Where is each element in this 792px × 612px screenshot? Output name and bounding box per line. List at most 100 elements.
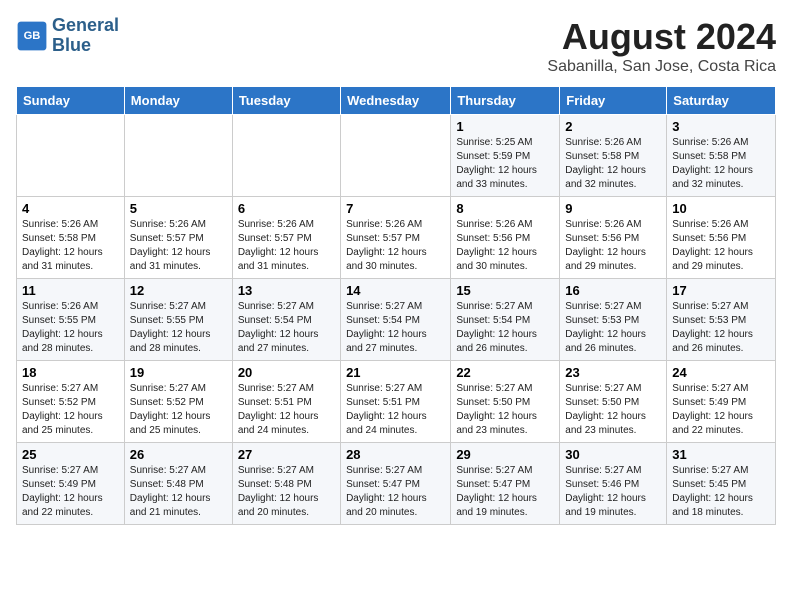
day-info: Sunrise: 5:26 AM Sunset: 5:58 PM Dayligh… (672, 136, 770, 192)
day-number: 31 (672, 447, 770, 462)
calendar-cell (17, 115, 125, 197)
day-number: 10 (672, 201, 770, 216)
calendar-cell: 2Sunrise: 5:26 AM Sunset: 5:58 PM Daylig… (560, 115, 667, 197)
page-header: GB General Blue August 2024 Sabanilla, S… (16, 16, 776, 76)
day-number: 29 (456, 447, 554, 462)
day-info: Sunrise: 5:27 AM Sunset: 5:47 PM Dayligh… (346, 464, 445, 520)
col-header-wednesday: Wednesday (341, 87, 451, 115)
calendar-week-row: 4 Sunrise: 5:26 AM Sunset: 5:58 PM Daylig… (17, 197, 776, 279)
day-number: 6 (238, 201, 335, 216)
logo-icon: GB (16, 20, 48, 52)
day-info: Sunrise: 5:27 AM Sunset: 5:54 PM Dayligh… (456, 300, 554, 356)
calendar-cell: 10 Sunrise: 5:26 AM Sunset: 5:56 PM Dayli… (667, 197, 776, 279)
title-block: August 2024 Sabanilla, San Jose, Costa R… (547, 16, 776, 76)
calendar-cell: 31 Sunrise: 5:27 AM Sunset: 5:45 PM Dayli… (667, 443, 776, 525)
col-header-monday: Monday (124, 87, 232, 115)
day-number: 7 (346, 201, 445, 216)
day-info: Sunrise: 5:27 AM Sunset: 5:45 PM Dayligh… (672, 464, 770, 520)
day-info: Sunrise: 5:27 AM Sunset: 5:52 PM Dayligh… (130, 382, 227, 438)
day-number: 1 (456, 119, 554, 134)
day-number: 3 (672, 119, 770, 134)
day-number: 30 (565, 447, 661, 462)
day-info: Sunrise: 5:27 AM Sunset: 5:46 PM Dayligh… (565, 464, 661, 520)
calendar-cell: 23Sunrise: 5:27 AM Sunset: 5:50 PM Dayli… (560, 361, 667, 443)
day-info: Sunrise: 5:27 AM Sunset: 5:53 PM Dayligh… (565, 300, 661, 356)
day-number: 5 (130, 201, 227, 216)
calendar-cell: 30 Sunrise: 5:27 AM Sunset: 5:46 PM Dayli… (560, 443, 667, 525)
calendar-cell: 15Sunrise: 5:27 AM Sunset: 5:54 PM Dayli… (451, 279, 560, 361)
calendar-cell: 27Sunrise: 5:27 AM Sunset: 5:48 PM Dayli… (232, 443, 340, 525)
day-info: Sunrise: 5:27 AM Sunset: 5:50 PM Dayligh… (456, 382, 554, 438)
day-info: Sunrise: 5:26 AM Sunset: 5:58 PM Dayligh… (565, 136, 661, 192)
day-info: Sunrise: 5:27 AM Sunset: 5:50 PM Dayligh… (565, 382, 661, 438)
day-info: Sunrise: 5:26 AM Sunset: 5:58 PM Dayligh… (22, 218, 119, 274)
calendar-cell: 8 Sunrise: 5:26 AM Sunset: 5:56 PM Daylig… (451, 197, 560, 279)
calendar-week-row: 18 Sunrise: 5:27 AM Sunset: 5:52 PM Dayli… (17, 361, 776, 443)
day-number: 14 (346, 283, 445, 298)
day-info: Sunrise: 5:27 AM Sunset: 5:48 PM Dayligh… (130, 464, 227, 520)
day-info: Sunrise: 5:26 AM Sunset: 5:57 PM Dayligh… (238, 218, 335, 274)
day-number: 9 (565, 201, 661, 216)
svg-text:GB: GB (24, 30, 41, 42)
day-number: 27 (238, 447, 335, 462)
calendar-cell: 18Sunrise: 5:27 AM Sunset: 5:52 PM Dayli… (17, 361, 125, 443)
calendar-cell: 6 Sunrise: 5:26 AM Sunset: 5:57 PM Daylig… (232, 197, 340, 279)
day-number: 16 (565, 283, 661, 298)
calendar-cell: 1Sunrise: 5:25 AM Sunset: 5:59 PM Daylig… (451, 115, 560, 197)
day-info: Sunrise: 5:26 AM Sunset: 5:56 PM Dayligh… (456, 218, 554, 274)
col-header-friday: Friday (560, 87, 667, 115)
day-info: Sunrise: 5:27 AM Sunset: 5:49 PM Dayligh… (22, 464, 119, 520)
month-year: August 2024 (547, 16, 776, 58)
calendar-table: SundayMondayTuesdayWednesdayThursdayFrid… (16, 86, 776, 525)
calendar-cell: 16 Sunrise: 5:27 AM Sunset: 5:53 PM Dayli… (560, 279, 667, 361)
calendar-cell: 19 Sunrise: 5:27 AM Sunset: 5:52 PM Dayli… (124, 361, 232, 443)
calendar-cell: 29 Sunrise: 5:27 AM Sunset: 5:47 PM Dayli… (451, 443, 560, 525)
calendar-cell: 4 Sunrise: 5:26 AM Sunset: 5:58 PM Daylig… (17, 197, 125, 279)
calendar-week-row: 25 Sunrise: 5:27 AM Sunset: 5:49 PM Dayli… (17, 443, 776, 525)
calendar-cell (232, 115, 340, 197)
location: Sabanilla, San Jose, Costa Rica (547, 58, 776, 76)
calendar-week-row: 11 Sunrise: 5:26 AM Sunset: 5:55 PM Dayli… (17, 279, 776, 361)
day-number: 8 (456, 201, 554, 216)
col-header-sunday: Sunday (17, 87, 125, 115)
day-info: Sunrise: 5:27 AM Sunset: 5:54 PM Dayligh… (238, 300, 335, 356)
day-info: Sunrise: 5:27 AM Sunset: 5:55 PM Dayligh… (130, 300, 227, 356)
calendar-cell: 24Sunrise: 5:27 AM Sunset: 5:49 PM Dayli… (667, 361, 776, 443)
calendar-cell: 5 Sunrise: 5:26 AM Sunset: 5:57 PM Daylig… (124, 197, 232, 279)
day-number: 4 (22, 201, 119, 216)
day-number: 26 (130, 447, 227, 462)
day-info: Sunrise: 5:27 AM Sunset: 5:51 PM Dayligh… (238, 382, 335, 438)
day-info: Sunrise: 5:27 AM Sunset: 5:47 PM Dayligh… (456, 464, 554, 520)
calendar-cell: 21Sunrise: 5:27 AM Sunset: 5:51 PM Dayli… (341, 361, 451, 443)
calendar-cell (124, 115, 232, 197)
day-number: 21 (346, 365, 445, 380)
calendar-cell: 17Sunrise: 5:27 AM Sunset: 5:53 PM Dayli… (667, 279, 776, 361)
day-info: Sunrise: 5:26 AM Sunset: 5:55 PM Dayligh… (22, 300, 119, 356)
col-header-saturday: Saturday (667, 87, 776, 115)
day-info: Sunrise: 5:27 AM Sunset: 5:49 PM Dayligh… (672, 382, 770, 438)
day-number: 19 (130, 365, 227, 380)
day-info: Sunrise: 5:27 AM Sunset: 5:54 PM Dayligh… (346, 300, 445, 356)
calendar-cell: 13 Sunrise: 5:27 AM Sunset: 5:54 PM Dayli… (232, 279, 340, 361)
calendar-cell: 9 Sunrise: 5:26 AM Sunset: 5:56 PM Daylig… (560, 197, 667, 279)
calendar-cell: 25 Sunrise: 5:27 AM Sunset: 5:49 PM Dayli… (17, 443, 125, 525)
day-number: 12 (130, 283, 227, 298)
day-info: Sunrise: 5:26 AM Sunset: 5:57 PM Dayligh… (346, 218, 445, 274)
calendar-cell: 12 Sunrise: 5:27 AM Sunset: 5:55 PM Dayli… (124, 279, 232, 361)
calendar-cell: 11 Sunrise: 5:26 AM Sunset: 5:55 PM Dayli… (17, 279, 125, 361)
day-number: 25 (22, 447, 119, 462)
calendar-header-row: SundayMondayTuesdayWednesdayThursdayFrid… (17, 87, 776, 115)
day-info: Sunrise: 5:26 AM Sunset: 5:57 PM Dayligh… (130, 218, 227, 274)
day-info: Sunrise: 5:26 AM Sunset: 5:56 PM Dayligh… (565, 218, 661, 274)
col-header-thursday: Thursday (451, 87, 560, 115)
calendar-cell: 20Sunrise: 5:27 AM Sunset: 5:51 PM Dayli… (232, 361, 340, 443)
day-number: 11 (22, 283, 119, 298)
day-number: 28 (346, 447, 445, 462)
calendar-cell (341, 115, 451, 197)
logo-text: General Blue (52, 16, 119, 56)
calendar-cell: 14 Sunrise: 5:27 AM Sunset: 5:54 PM Dayli… (341, 279, 451, 361)
day-info: Sunrise: 5:26 AM Sunset: 5:56 PM Dayligh… (672, 218, 770, 274)
logo: GB General Blue (16, 16, 119, 56)
day-number: 18 (22, 365, 119, 380)
day-number: 13 (238, 283, 335, 298)
